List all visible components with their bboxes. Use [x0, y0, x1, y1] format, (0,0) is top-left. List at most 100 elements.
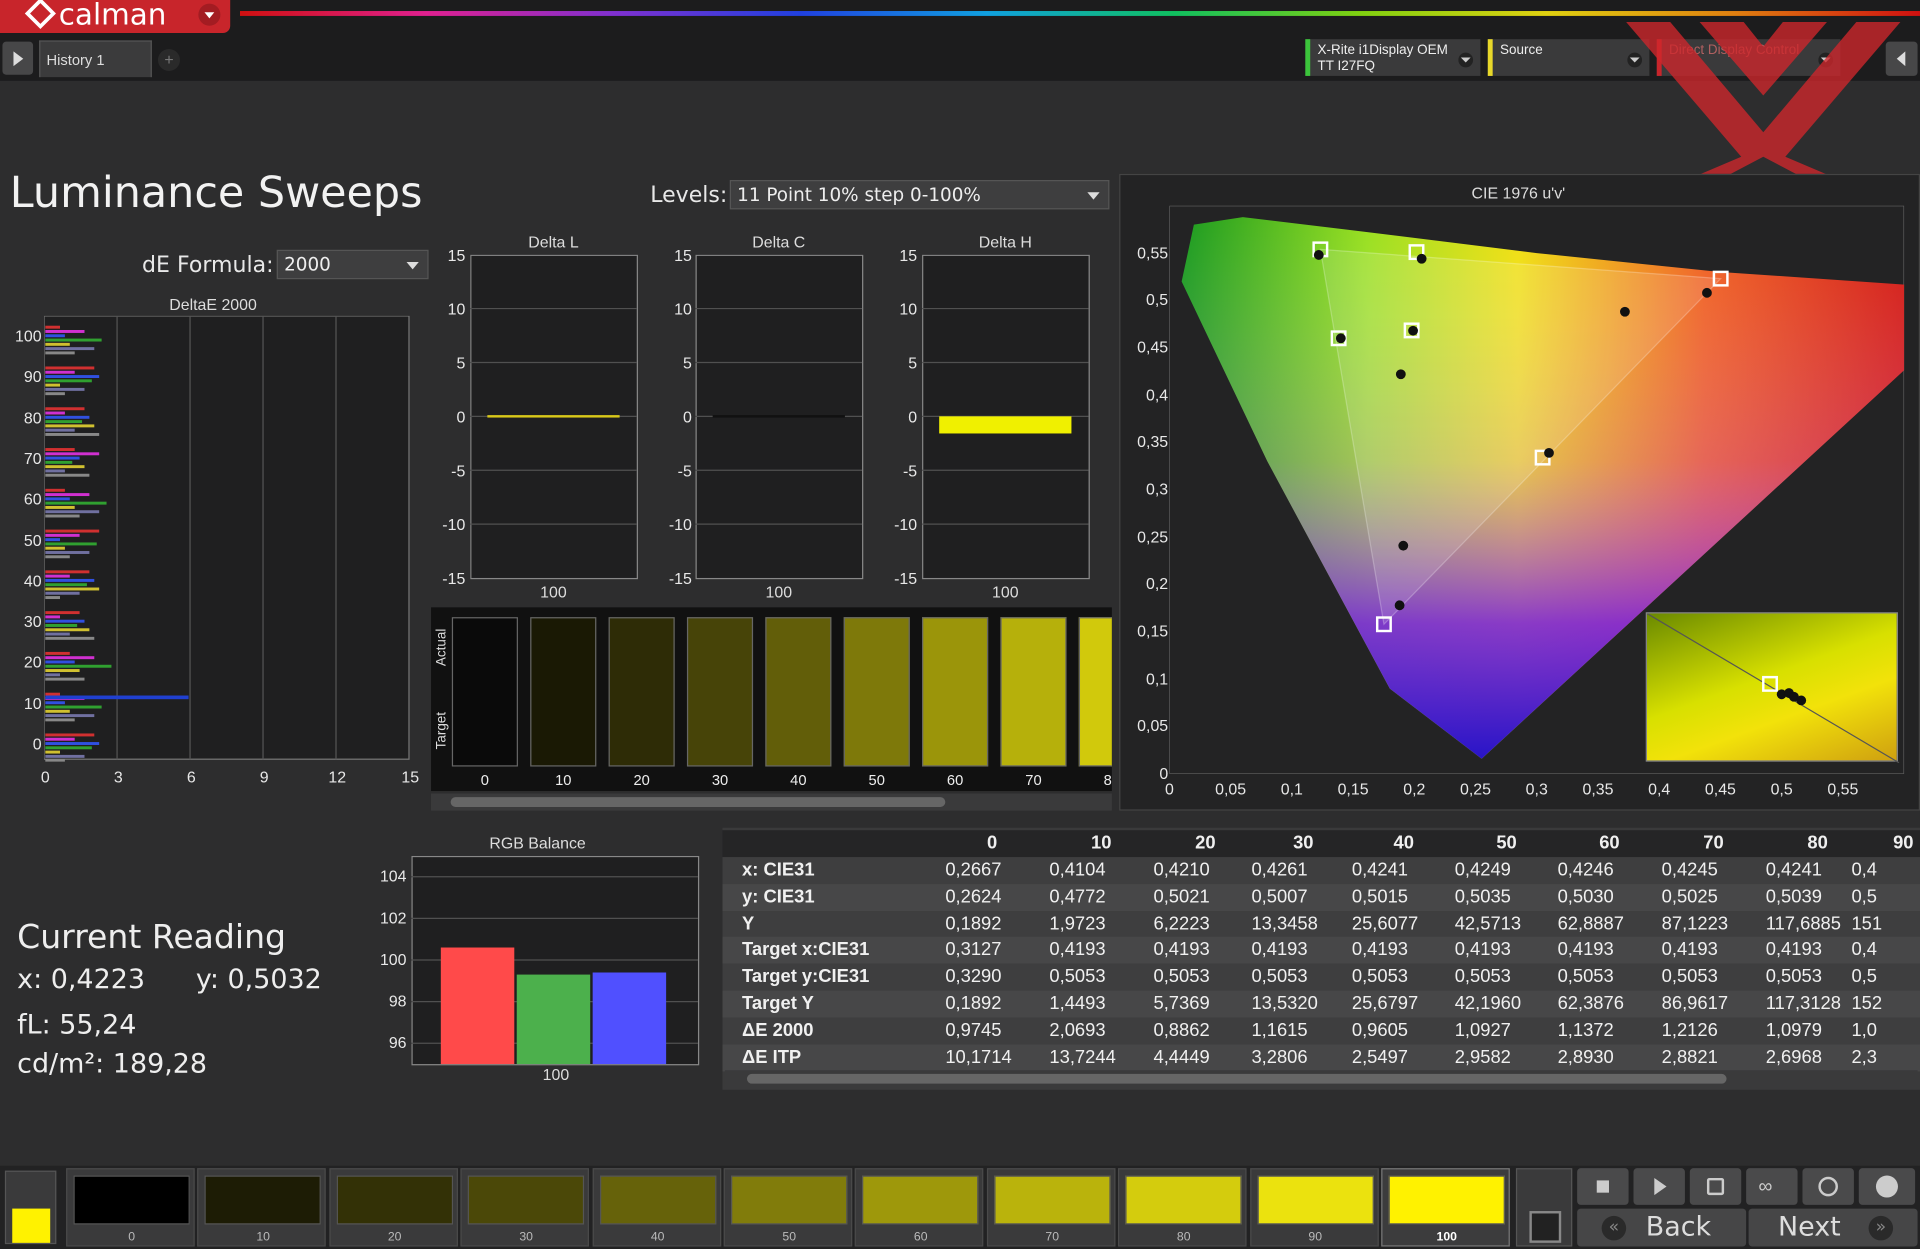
- swatch-scrollbar[interactable]: [431, 793, 1112, 811]
- deltae-bar: [45, 673, 61, 677]
- patch-70[interactable]: 70: [986, 1168, 1116, 1247]
- deltae-bar: [45, 591, 80, 595]
- rgb-bar: [440, 947, 515, 1065]
- refresh-button[interactable]: [1802, 1168, 1854, 1205]
- delta-h-chart: [922, 254, 1090, 580]
- deltae-bar: [45, 460, 73, 464]
- delta-bar: [939, 416, 1072, 434]
- cie-ytick: 0,05: [1137, 716, 1169, 736]
- de-formula-select[interactable]: 2000: [276, 249, 429, 280]
- swatch-60[interactable]: [922, 617, 989, 767]
- levels-select[interactable]: 11 Point 10% step 0-100%: [729, 180, 1110, 210]
- deltae-ytick: 10: [23, 693, 42, 713]
- patch-label: 80: [1176, 1230, 1191, 1245]
- scroll-thumb[interactable]: [450, 797, 946, 807]
- table-cell: 0,5053: [1765, 966, 1822, 988]
- swatch-50[interactable]: [843, 617, 910, 767]
- patch-label: 70: [1045, 1230, 1060, 1245]
- deltae-bar: [45, 742, 100, 745]
- patch-100[interactable]: 100: [1381, 1168, 1510, 1247]
- patch-50[interactable]: 50: [723, 1168, 853, 1247]
- deltae-bar: [45, 366, 95, 370]
- table-cell: 0,5021: [1153, 886, 1210, 908]
- column-header: 20: [1195, 832, 1216, 854]
- rgb-ytick: 96: [388, 1033, 407, 1052]
- deltae-xtick: 9: [259, 767, 269, 787]
- deltae-bar: [45, 387, 85, 391]
- continuous-button[interactable]: ∞: [1746, 1168, 1798, 1205]
- deltae-bar: [45, 428, 75, 432]
- delta-ytick: -10: [894, 515, 918, 534]
- read-series-button[interactable]: [1689, 1168, 1742, 1205]
- patch-60[interactable]: 60: [855, 1168, 984, 1247]
- patch-0[interactable]: 0: [66, 1168, 195, 1247]
- measure-button[interactable]: [1633, 1168, 1685, 1205]
- swatch-40[interactable]: [765, 617, 832, 767]
- deltae-bar: [45, 570, 90, 574]
- delta-ytick: -15: [894, 569, 918, 588]
- deltae-bar: [45, 452, 100, 456]
- add-tab-icon[interactable]: +: [157, 48, 181, 72]
- deltae-bar: [45, 692, 61, 696]
- table-cell: 0,4245: [1661, 859, 1718, 881]
- swatch-30[interactable]: [686, 617, 754, 767]
- table-cell: 10,1714: [945, 1046, 1012, 1068]
- next-button[interactable]: Next »: [1748, 1208, 1918, 1247]
- table-cell: 151: [1851, 912, 1883, 934]
- swatch-0[interactable]: [451, 617, 518, 767]
- table-header-row: 0 10 20 30 40 50 60 70 80 90: [722, 830, 1920, 858]
- cie-ytick: 0,5: [1146, 290, 1169, 309]
- back-button[interactable]: « Back: [1577, 1208, 1747, 1247]
- table-cell: 0,5030: [1557, 886, 1614, 908]
- patch-10[interactable]: 10: [197, 1168, 327, 1247]
- scroll-thumb[interactable]: [746, 1073, 1727, 1084]
- delta-ytick: -15: [442, 569, 466, 588]
- table-cell: 0,5015: [1351, 886, 1409, 908]
- options-button[interactable]: [1858, 1168, 1916, 1205]
- swatch-70[interactable]: [1000, 617, 1067, 767]
- table-cell: 13,7244: [1049, 1046, 1116, 1068]
- cie-ytick: 0,2: [1146, 574, 1169, 594]
- patch-90[interactable]: 90: [1249, 1168, 1379, 1247]
- deltae-bar: [45, 448, 75, 451]
- swatch-20[interactable]: [608, 617, 675, 767]
- deltae-bar: [45, 488, 65, 492]
- play-icon[interactable]: [2, 41, 34, 75]
- deltae-bar: [45, 432, 100, 436]
- rgb-balance-chart: [411, 855, 700, 1066]
- delta-l-xlabel: 100: [540, 582, 567, 602]
- delta-ytick: 15: [674, 246, 692, 265]
- app-logo[interactable]: calman: [0, 0, 231, 34]
- stop-icon[interactable]: [1529, 1211, 1562, 1243]
- delta-ytick: -10: [442, 515, 466, 534]
- chevron-down-icon[interactable]: [1458, 52, 1474, 68]
- swatch-10[interactable]: [530, 617, 597, 767]
- measured-point: [1416, 253, 1427, 264]
- patch-40[interactable]: 40: [592, 1168, 721, 1247]
- swatch-80[interactable]: [1078, 617, 1112, 767]
- table-cell: 0,4193: [1454, 939, 1511, 961]
- table-cell: 0,5053: [1153, 966, 1210, 988]
- swatch-panel: Actual Target 0 10 20 30 40 50 60 70 80: [431, 607, 1112, 792]
- patch-20[interactable]: 20: [329, 1168, 458, 1247]
- meter-selector[interactable]: X-Rite i1Display OEM TT I27FQ: [1305, 39, 1481, 76]
- patch-label: 20: [387, 1230, 402, 1245]
- deltae-bar: [45, 754, 85, 758]
- table-scrollbar[interactable]: [724, 1070, 1918, 1088]
- patch-stepper[interactable]: [1515, 1168, 1573, 1247]
- menu-dropdown-icon[interactable]: [198, 3, 221, 26]
- deltae-bar: [45, 546, 65, 550]
- deltae-bar: [45, 709, 70, 713]
- table-cell: 0,4193: [1765, 939, 1822, 961]
- refresh-icon: [1818, 1176, 1838, 1197]
- cie-ytick: 0,55: [1137, 243, 1169, 262]
- table-cell: 0,4: [1851, 859, 1877, 881]
- tab-history-1[interactable]: History 1 +: [39, 40, 181, 78]
- stop-measure-button[interactable]: [1577, 1168, 1629, 1205]
- deltae-bar: [45, 383, 61, 387]
- patch-80[interactable]: 80: [1118, 1168, 1247, 1247]
- calman-diamond-icon: [24, 0, 56, 30]
- deltae-bar: [45, 379, 92, 383]
- patch-30[interactable]: 30: [460, 1168, 590, 1247]
- table-cell: 2,6968: [1765, 1046, 1822, 1068]
